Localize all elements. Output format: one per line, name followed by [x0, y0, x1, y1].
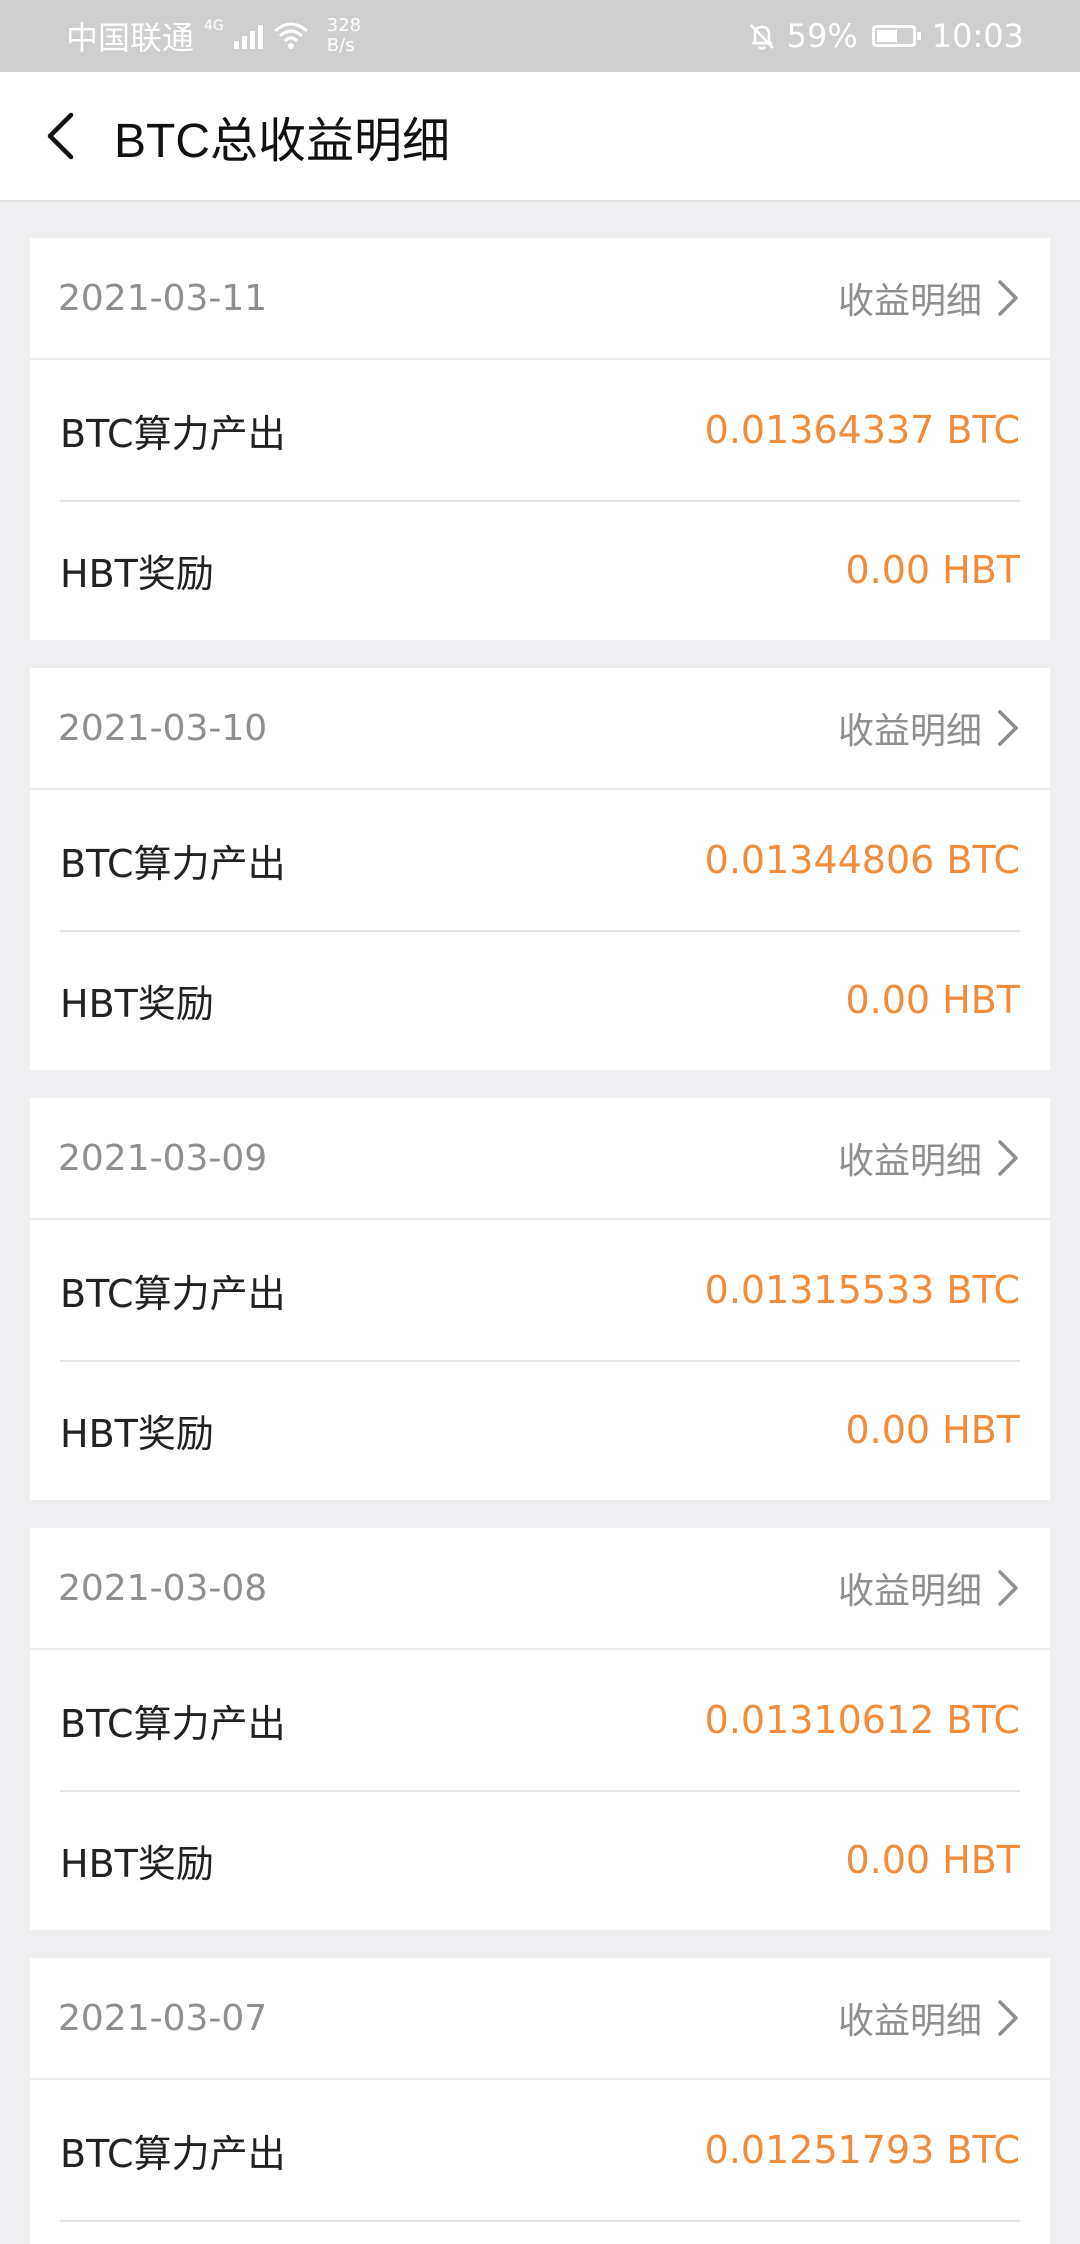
row-label: BTC算力产出	[60, 1271, 286, 1316]
row-label: HBT奖励	[60, 1411, 214, 1456]
btc-output-row: BTC算力产出 0.01315533 BTC	[30, 1220, 1050, 1360]
signal-icon	[233, 23, 263, 49]
row-value: 0.00 HBT	[845, 548, 1020, 592]
chevron-right-icon	[998, 280, 1018, 316]
hbt-reward-row: HBT奖励 0.00 HBT	[30, 930, 1050, 1070]
row-value: 0.01310612 BTC	[704, 1698, 1020, 1742]
card-header: 2021-03-08 收益明细	[30, 1528, 1050, 1650]
earnings-detail-link[interactable]: 收益明细	[838, 1562, 1020, 1614]
hbt-reward-row: HBT奖励 0.00 HBT	[30, 1790, 1050, 1930]
row-label: HBT奖励	[60, 981, 214, 1026]
chevron-right-icon	[998, 2000, 1018, 2036]
detail-link-label: 收益明细	[837, 711, 982, 752]
row-label: BTC算力产出	[60, 411, 286, 456]
row-value: 0.00 HBT	[845, 1838, 1020, 1882]
row-label: BTC算力产出	[60, 1701, 286, 1746]
status-left: 中国联通 4G 328 B/s	[66, 13, 361, 59]
btc-output-row: BTC算力产出 0.01364337 BTC	[30, 360, 1050, 500]
carrier-label: 中国联通	[66, 19, 195, 57]
card-date: 2021-03-08	[58, 1567, 268, 1609]
page-title: BTC总收益明细	[114, 115, 451, 168]
earnings-detail-link[interactable]: 收益明细	[838, 1132, 1020, 1184]
back-button[interactable]	[30, 106, 90, 166]
app-header: BTC总收益明细	[0, 72, 1080, 202]
card-date: 2021-03-09	[58, 1137, 268, 1179]
battery-icon	[871, 25, 921, 47]
hbt-reward-row: HBT奖励 0.00 HBT	[30, 1360, 1050, 1500]
network-speed-unit: B/s	[326, 35, 355, 56]
card-header: 2021-03-11 收益明细	[30, 238, 1050, 360]
row-label: BTC算力产出	[60, 2131, 286, 2176]
row-value: 0.01364337 BTC	[704, 408, 1020, 452]
btc-output-row: BTC算力产出 0.01310612 BTC	[30, 1650, 1050, 1790]
chevron-right-icon	[998, 1140, 1018, 1176]
wifi-icon	[273, 22, 308, 49]
detail-link-label: 收益明细	[837, 1571, 982, 1612]
row-label: HBT奖励	[60, 551, 214, 596]
earnings-card: 2021-03-10 收益明细 BTC算力产出 0.01344806 BTC H…	[30, 668, 1050, 1070]
earnings-list[interactable]: 2021-03-11 收益明细 BTC算力产出 0.01364337 BTC H…	[0, 238, 1080, 2244]
network-speed: 328 B/s	[327, 16, 361, 56]
row-divider	[30, 2220, 1050, 2244]
row-value: 0.00 HBT	[845, 978, 1020, 1022]
earnings-card: 2021-03-08 收益明细 BTC算力产出 0.01310612 BTC H…	[30, 1528, 1050, 1930]
row-value: 0.00 HBT	[845, 1408, 1020, 1452]
earnings-detail-link[interactable]: 收益明细	[838, 702, 1020, 754]
chevron-right-icon	[998, 710, 1018, 746]
detail-link-label: 收益明细	[837, 1141, 982, 1182]
battery-percent: 59%	[786, 17, 858, 55]
mute-bell-icon	[749, 24, 774, 50]
card-date: 2021-03-07	[58, 1997, 268, 2039]
card-header: 2021-03-09 收益明细	[30, 1098, 1050, 1220]
earnings-detail-link[interactable]: 收益明细	[838, 272, 1020, 324]
detail-link-label: 收益明细	[837, 2001, 982, 2042]
card-header: 2021-03-07 收益明细	[30, 1958, 1050, 2080]
status-bar: 中国联通 4G 328 B/s 59% 10:03	[0, 0, 1080, 72]
card-date: 2021-03-11	[58, 277, 268, 319]
clock: 10:03	[931, 17, 1024, 55]
earnings-card: 2021-03-09 收益明细 BTC算力产出 0.01315533 BTC H…	[30, 1098, 1050, 1500]
network-speed-value: 328	[326, 15, 362, 36]
earnings-detail-link[interactable]: 收益明细	[838, 1992, 1020, 2044]
earnings-card: 2021-03-07 收益明细 BTC算力产出 0.01251793 BTC	[30, 1958, 1050, 2244]
hbt-reward-row: HBT奖励 0.00 HBT	[30, 500, 1050, 640]
earnings-card: 2021-03-11 收益明细 BTC算力产出 0.01364337 BTC H…	[30, 238, 1050, 640]
btc-output-row: BTC算力产出 0.01251793 BTC	[30, 2080, 1050, 2220]
card-date: 2021-03-10	[58, 707, 268, 749]
card-header: 2021-03-10 收益明细	[30, 668, 1050, 790]
row-value: 0.01344806 BTC	[704, 838, 1020, 882]
row-value: 0.01315533 BTC	[704, 1268, 1020, 1312]
chevron-left-icon	[47, 112, 74, 160]
row-value: 0.01251793 BTC	[704, 2128, 1020, 2172]
network-type: 4G	[204, 18, 224, 34]
btc-output-row: BTC算力产出 0.01344806 BTC	[30, 790, 1050, 930]
detail-link-label: 收益明细	[837, 281, 982, 322]
row-label: BTC算力产出	[60, 841, 286, 886]
chevron-right-icon	[998, 1570, 1018, 1606]
row-label: HBT奖励	[60, 1841, 214, 1886]
status-right: 59% 10:03	[747, 17, 1024, 55]
